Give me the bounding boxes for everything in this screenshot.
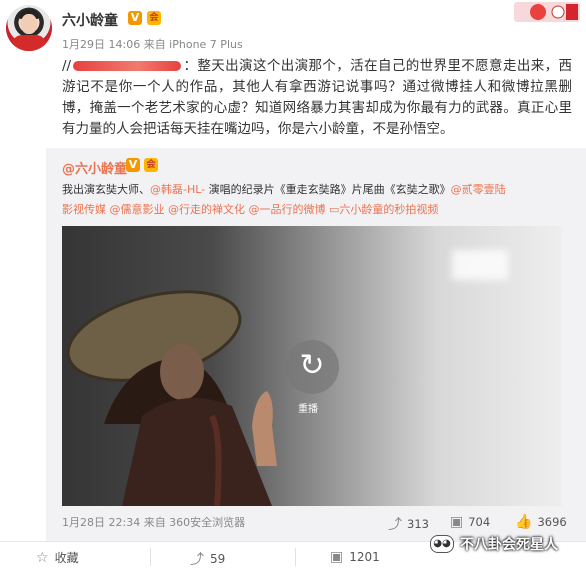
decoration-card-icon bbox=[514, 2, 580, 22]
mention-link[interactable]: @一品行的微博 bbox=[249, 203, 326, 216]
comment-icon: ▣ bbox=[330, 549, 344, 565]
repost-share-count[interactable]: ⤴ 313 bbox=[388, 514, 429, 534]
mention-link[interactable]: @贰零壹陆 bbox=[451, 183, 506, 196]
watermark-logo-icon: ◕◕ bbox=[430, 535, 454, 553]
share-icon: ⤴ bbox=[190, 552, 204, 568]
comment-button[interactable]: ▣ 1201 bbox=[330, 549, 380, 565]
favorite-button[interactable]: ☆ 收藏 bbox=[36, 549, 79, 566]
repost-text: 我出演玄奘大师、@韩磊-HL- 演唱的纪录片《重走玄奘路》片尾曲《玄奘之歌》@贰… bbox=[62, 183, 506, 216]
video-link-icon: ▭ bbox=[329, 203, 340, 216]
watermark: ◕◕ 不八卦会死星人 bbox=[430, 534, 558, 554]
repost-comment-count[interactable]: ▣ 704 bbox=[450, 514, 490, 530]
separator bbox=[295, 548, 296, 566]
mention-link[interactable]: @行走的禅文化 bbox=[168, 203, 245, 216]
separator bbox=[150, 548, 151, 566]
post-meta: 1月29日 14:06 来自 iPhone 7 Plus bbox=[62, 38, 243, 51]
username[interactable]: 六小龄童 bbox=[62, 10, 118, 30]
verified-icon: V bbox=[128, 11, 142, 25]
member-icon: 会 bbox=[144, 158, 158, 172]
mention-link[interactable]: @儒意影业 bbox=[110, 203, 165, 216]
video-frame-hands bbox=[252, 391, 277, 466]
mention-link[interactable]: @韩磊-HL- bbox=[150, 183, 205, 196]
blurred-logo bbox=[452, 250, 508, 280]
share-icon: ⤴ bbox=[388, 517, 402, 533]
replay-label: 重播 bbox=[298, 404, 318, 415]
member-icon: 会 bbox=[147, 11, 161, 25]
like-icon: 👍 bbox=[515, 514, 533, 530]
replay-icon[interactable]: ↻ bbox=[285, 340, 339, 394]
repost-date: 1月28日 22:34 来自 360安全浏览器 bbox=[62, 516, 246, 529]
post-text: //：整天出演这个出演那个，活在自己的世界里不愿意走出来，西游记不是你一个人的作… bbox=[62, 58, 572, 137]
comment-icon: ▣ bbox=[450, 514, 464, 530]
repost-like-count[interactable]: 👍 3696 bbox=[515, 514, 567, 530]
star-icon: ☆ bbox=[36, 549, 49, 566]
repost-button[interactable]: ⤴ 59 bbox=[190, 549, 225, 569]
avatar[interactable] bbox=[6, 5, 52, 51]
repost-username[interactable]: @六小龄童 bbox=[62, 158, 127, 177]
verified-icon: V bbox=[126, 158, 140, 172]
video-link[interactable]: 六小龄童的秒拍视频 bbox=[339, 203, 438, 216]
redacted-mention bbox=[73, 61, 182, 71]
mention-link-continued[interactable]: 影视传媒 bbox=[62, 203, 106, 216]
